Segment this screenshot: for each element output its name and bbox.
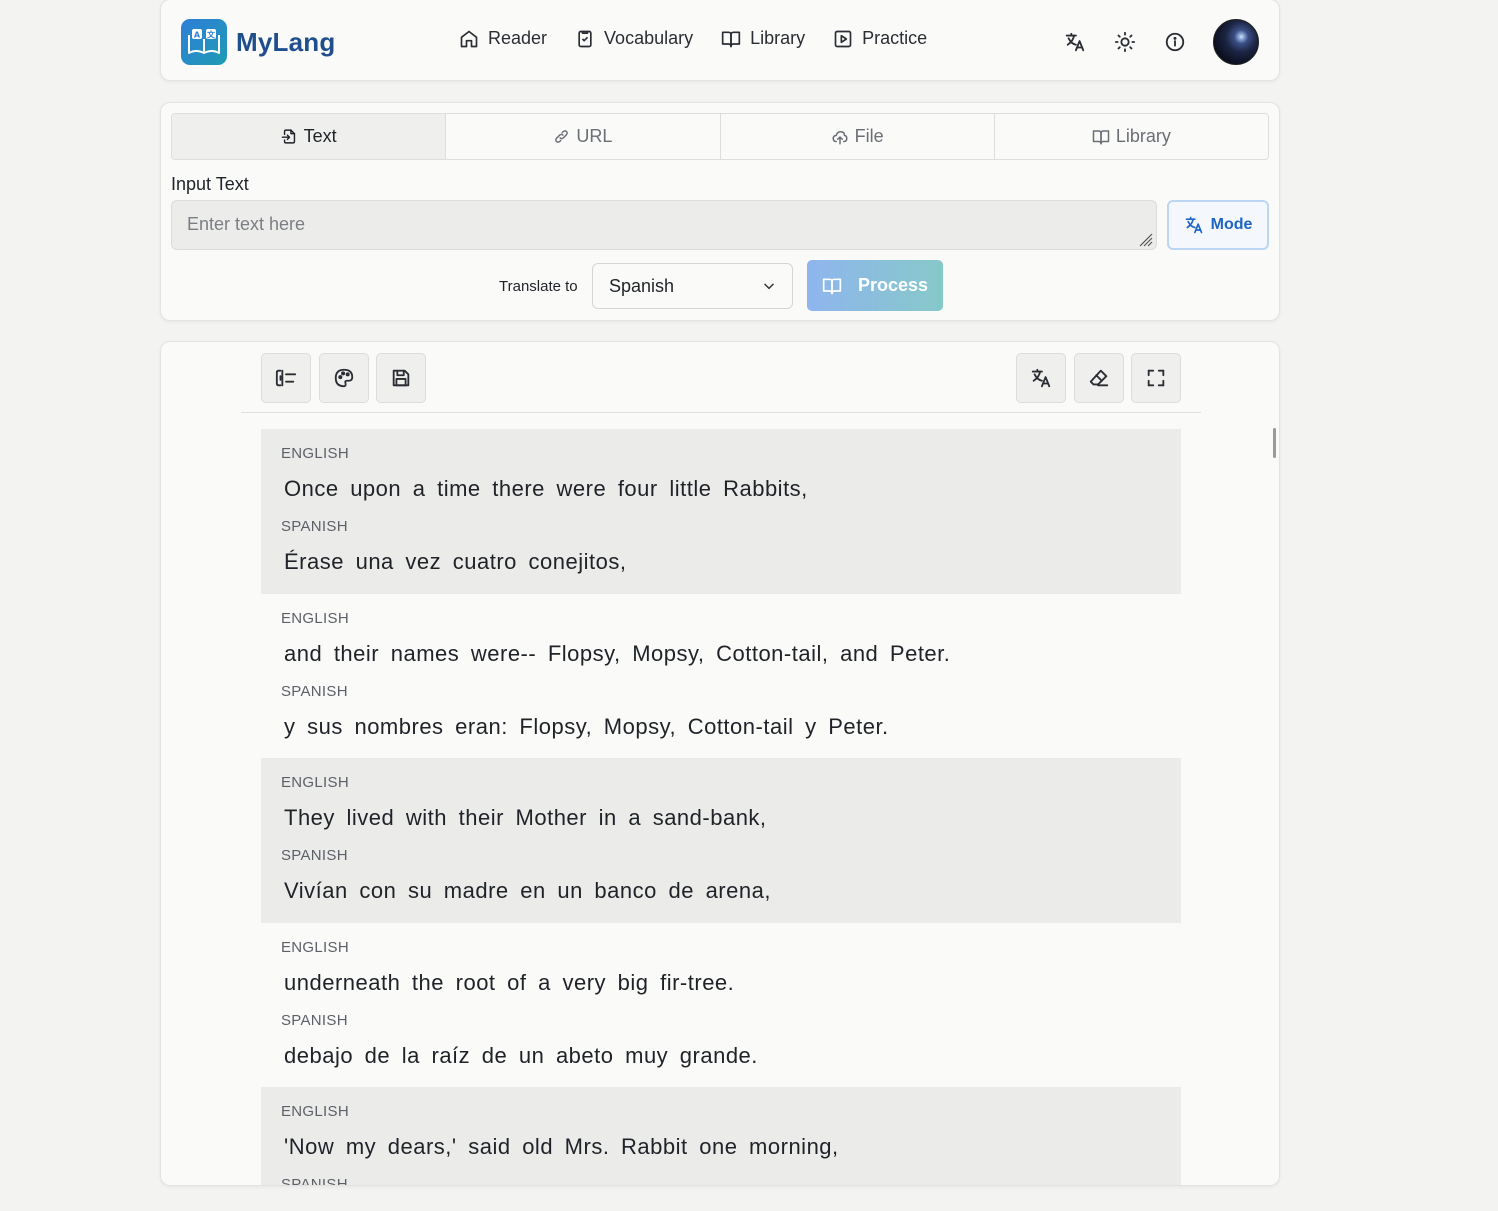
reader-toolbar [241, 342, 1201, 413]
tab-file[interactable]: File [720, 114, 995, 159]
source-sentence[interactable]: 'Now my dears,' said old Mrs. Rabbit one… [281, 1134, 1161, 1159]
tab-text-label: Text [303, 126, 337, 146]
file-import-icon [281, 129, 295, 144]
resize-grip-icon[interactable] [1137, 231, 1153, 247]
sentence-pair[interactable]: ENGLISH Once upon a time there were four… [261, 429, 1181, 594]
top-navbar: A 文 MyLang Reader Vocabulary Library Pra… [160, 0, 1280, 81]
source-sentence[interactable]: underneath the root of a very big fir-tr… [281, 970, 1161, 995]
user-avatar[interactable] [1213, 19, 1259, 65]
link-icon [555, 130, 569, 143]
nav-vocabulary[interactable]: Vocabulary [575, 28, 693, 49]
tab-library-label: Library [1115, 126, 1171, 146]
nav-library-label: Library [750, 28, 806, 48]
sentence-pair[interactable]: ENGLISH and their names were-- Flopsy, M… [261, 594, 1181, 759]
tab-url-label: URL [576, 126, 613, 146]
source-lang-tag: ENGLISH [281, 445, 349, 462]
nav-library[interactable]: Library [721, 28, 805, 49]
sentence-list: ENGLISH Once upon a time there were four… [261, 429, 1181, 1186]
input-panel: Text URL File Library Input Text Mode Tr… [160, 102, 1280, 321]
book-open-icon [721, 31, 741, 47]
nav-practice-label: Practice [862, 28, 928, 48]
nav-practice[interactable]: Practice [833, 28, 927, 49]
svg-text:文: 文 [207, 30, 216, 40]
sentence-pair[interactable]: ENGLISH 'Now my dears,' said old Mrs. Ra… [261, 1087, 1181, 1186]
process-button-label: Process [857, 275, 929, 295]
source-sentence[interactable]: They lived with their Mother in a sand-b… [281, 805, 1161, 830]
book-open-icon [1092, 129, 1110, 144]
target-lang-tag: SPANISH [281, 1176, 348, 1186]
translate-to-label: Translate to [499, 278, 578, 295]
target-sentence[interactable]: Érase una vez cuatro conejitos, [281, 549, 1161, 574]
swap-lang-icon [275, 369, 297, 387]
target-lang-tag: SPANISH [281, 847, 348, 864]
cloud-upload-icon [832, 130, 848, 144]
fullscreen-button[interactable] [1131, 353, 1181, 403]
home-icon [460, 30, 478, 47]
chevron-down-icon [764, 283, 774, 290]
theme-toggle-button[interactable] [1113, 30, 1137, 54]
palette-icon [334, 368, 354, 388]
input-text-field[interactable] [171, 200, 1157, 250]
tab-url[interactable]: URL [446, 114, 721, 159]
sun-icon [1114, 31, 1136, 53]
tab-text[interactable]: Text [172, 114, 447, 159]
mode-button[interactable]: Mode [1167, 200, 1269, 250]
nav-reader-label: Reader [488, 28, 548, 48]
mode-button-label: Mode [1210, 216, 1253, 233]
app-name: MyLang [236, 26, 336, 57]
nav-reader[interactable]: Reader [459, 28, 547, 49]
nav-vocabulary-label: Vocabulary [604, 28, 694, 48]
ui-language-button[interactable] [1063, 30, 1087, 54]
swap-languages-button[interactable] [261, 353, 311, 403]
tab-file-label: File [854, 126, 884, 146]
source-sentence[interactable]: Once upon a time there were four little … [281, 476, 1161, 501]
process-button[interactable]: Process [807, 260, 943, 311]
save-icon [392, 369, 410, 387]
target-lang-tag: SPANISH [281, 682, 348, 700]
info-button[interactable] [1163, 30, 1187, 54]
target-language-value: Spanish [609, 275, 675, 296]
scrollbar-thumb[interactable] [1273, 428, 1276, 458]
translate-icon [1185, 216, 1202, 234]
play-square-icon [834, 30, 852, 47]
target-lang-tag: SPANISH [281, 518, 348, 535]
source-lang-tag: ENGLISH [281, 774, 349, 791]
translate-toggle-button[interactable] [1016, 353, 1066, 403]
clear-highlights-button[interactable] [1074, 353, 1124, 403]
translate-icon [1065, 32, 1085, 52]
svg-text:A: A [194, 31, 201, 40]
book-process-icon [822, 278, 842, 294]
target-sentence[interactable]: y sus nombres eran: Flopsy, Mopsy, Cotto… [281, 714, 1161, 739]
reader-panel: ENGLISH Once upon a time there were four… [160, 341, 1280, 1186]
info-icon [1165, 32, 1185, 52]
tab-library[interactable]: Library [994, 114, 1268, 159]
fullscreen-icon [1147, 369, 1165, 387]
translate-icon [1031, 368, 1051, 388]
target-sentence[interactable]: debajo de la raíz de un abeto muy grande… [281, 1043, 1161, 1068]
source-tabs: Text URL File Library [171, 113, 1269, 160]
target-lang-tag: SPANISH [281, 1011, 348, 1029]
source-lang-tag: ENGLISH [281, 938, 349, 956]
save-button[interactable] [376, 353, 426, 403]
app-logo[interactable]: A 文 MyLang [181, 19, 335, 65]
sentence-pair[interactable]: ENGLISH underneath the root of a very bi… [261, 923, 1181, 1088]
header-actions [1063, 19, 1259, 65]
color-theme-button[interactable] [319, 353, 369, 403]
source-lang-tag: ENGLISH [281, 609, 349, 627]
main-nav: Reader Vocabulary Library Practice [459, 28, 955, 49]
target-language-select[interactable]: Spanish [592, 263, 793, 309]
clipboard-check-icon [578, 30, 592, 47]
source-lang-tag: ENGLISH [281, 1103, 349, 1120]
source-sentence[interactable]: and their names were-- Flopsy, Mopsy, Co… [281, 641, 1161, 666]
book-translate-logo-icon: A 文 [181, 19, 227, 65]
eraser-icon [1089, 369, 1109, 387]
target-sentence[interactable]: Vivían con su madre en un banco de arena… [281, 878, 1161, 903]
input-text-label: Input Text [171, 174, 249, 194]
sentence-pair[interactable]: ENGLISH They lived with their Mother in … [261, 758, 1181, 923]
